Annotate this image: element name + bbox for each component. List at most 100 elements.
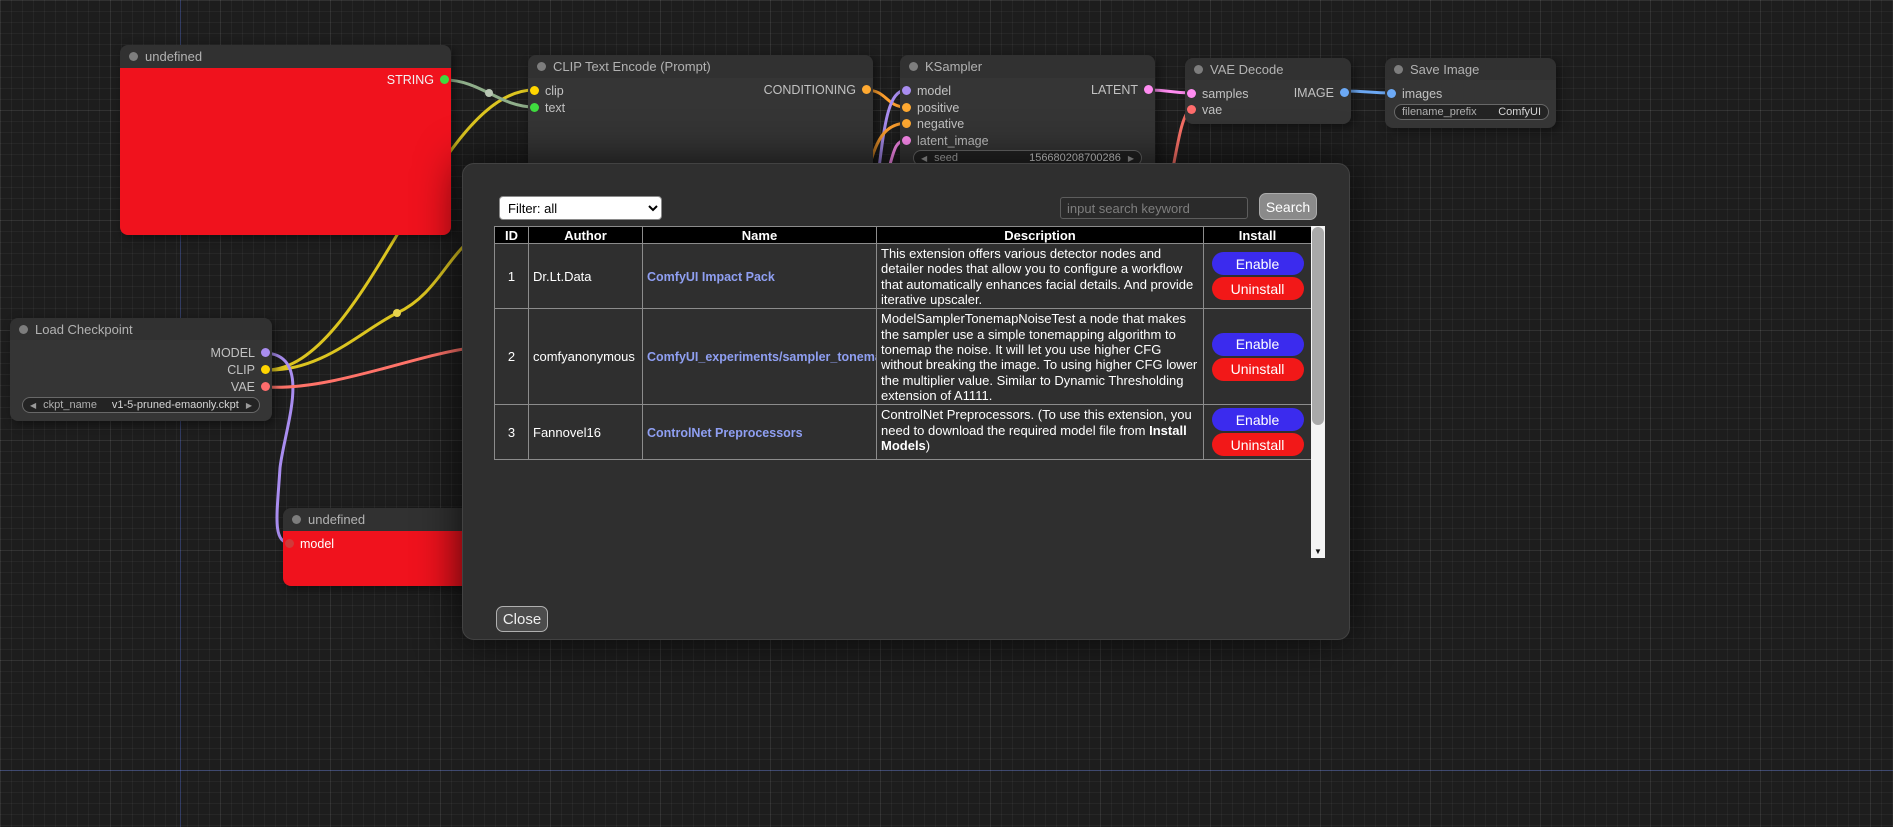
uninstall-button[interactable]: Uninstall: [1212, 358, 1304, 381]
node-save-image: Save Image images filename_prefix ComfyU…: [1385, 58, 1556, 128]
model-input-pin[interactable]: [902, 86, 911, 95]
images-input-pin[interactable]: [1387, 89, 1396, 98]
node-body: images filename_prefix ComfyUI: [1385, 80, 1556, 128]
ckpt-name-widget[interactable]: ◀ ckpt_name v1-5-pruned-emaonly.ckpt ▶: [22, 397, 260, 413]
decrement-arrow-icon[interactable]: ◀: [921, 154, 927, 163]
model-input-pin[interactable]: [285, 539, 294, 548]
input-label: model: [300, 537, 334, 551]
node-title: undefined: [145, 49, 202, 64]
node-collapse-dot-icon[interactable]: [19, 325, 28, 334]
node-vae-decode: VAE Decode samples vae IMAGE: [1185, 58, 1351, 124]
node-title-bar[interactable]: CLIP Text Encode (Prompt): [528, 55, 873, 78]
widget-name: filename_prefix: [1402, 106, 1477, 118]
node-load-checkpoint: Load Checkpoint MODEL CLIP VAE ◀ ckpt_na…: [10, 318, 272, 421]
widget-value: v1-5-pruned-emaonly.ckpt: [112, 399, 239, 411]
node-title: KSampler: [925, 59, 982, 74]
samples-input-pin[interactable]: [1187, 89, 1196, 98]
node-collapse-dot-icon[interactable]: [292, 515, 301, 524]
header-install: Install: [1204, 227, 1312, 244]
filename-prefix-widget[interactable]: filename_prefix ComfyUI: [1394, 104, 1549, 120]
input-label: latent_image: [917, 134, 989, 148]
scrollbar-thumb[interactable]: [1312, 227, 1324, 425]
extension-author: comfyanonymous: [529, 309, 643, 405]
output-label: IMAGE: [1294, 86, 1334, 100]
extension-name-link[interactable]: ComfyUI Impact Pack: [647, 270, 775, 284]
extension-id: 1: [495, 244, 529, 309]
scroll-down-arrow-icon[interactable]: ▼: [1311, 544, 1325, 558]
uninstall-button[interactable]: Uninstall: [1212, 277, 1304, 300]
input-label: clip: [545, 84, 564, 98]
table-scrollbar[interactable]: ▼: [1311, 226, 1325, 558]
extension-name-link[interactable]: ComfyUI_experiments/sampler_tonemap: [647, 350, 877, 364]
node-collapse-dot-icon[interactable]: [129, 52, 138, 61]
string-output-pin[interactable]: [440, 75, 449, 84]
node-title-bar[interactable]: KSampler: [900, 55, 1155, 78]
uninstall-button[interactable]: Uninstall: [1212, 433, 1304, 456]
extension-description: ControlNet Preprocessors. (To use this e…: [877, 405, 1204, 460]
manager-dialog: Filter: all Search ID Author Name Descri…: [462, 163, 1350, 640]
node-collapse-dot-icon[interactable]: [1394, 65, 1403, 74]
vae-output-pin[interactable]: [261, 382, 270, 391]
search-input[interactable]: [1060, 197, 1248, 219]
increment-arrow-icon[interactable]: ▶: [246, 401, 252, 410]
node-title-bar[interactable]: VAE Decode: [1185, 58, 1351, 80]
widget-name: ckpt_name: [43, 399, 97, 411]
negative-input-pin[interactable]: [902, 119, 911, 128]
extension-id: 2: [495, 309, 529, 405]
node-body: STRING: [120, 68, 451, 235]
extension-description: This extension offers various detector n…: [877, 244, 1204, 309]
node-title: Save Image: [1410, 62, 1479, 77]
enable-button[interactable]: Enable: [1212, 333, 1304, 356]
extension-author: Dr.Lt.Data: [529, 244, 643, 309]
node-collapse-dot-icon[interactable]: [909, 62, 918, 71]
enable-button[interactable]: Enable: [1212, 252, 1304, 275]
node-title: VAE Decode: [1210, 62, 1283, 77]
table-header-row: ID Author Name Description Install: [495, 227, 1312, 244]
extension-table-container: ID Author Name Description Install 1 Dr.…: [494, 226, 1311, 460]
header-description: Description: [877, 227, 1204, 244]
extension-id: 3: [495, 405, 529, 460]
output-label: LATENT: [1091, 83, 1138, 97]
node-collapse-dot-icon[interactable]: [537, 62, 546, 71]
latent-output-pin[interactable]: [1144, 85, 1153, 94]
model-output-pin[interactable]: [261, 348, 270, 357]
node-body: samples vae IMAGE: [1185, 80, 1351, 124]
input-label: negative: [917, 117, 964, 131]
node-body: model positive negative latent_image LAT…: [900, 78, 1155, 173]
extension-description: ModelSamplerTonemapNoiseTest a node that…: [877, 309, 1204, 405]
header-name: Name: [643, 227, 877, 244]
node-title-bar[interactable]: Load Checkpoint: [10, 318, 272, 340]
extension-author: Fannovel16: [529, 405, 643, 460]
decrement-arrow-icon[interactable]: ◀: [30, 401, 36, 410]
widget-value: ComfyUI: [1498, 106, 1541, 118]
input-label: samples: [1202, 87, 1249, 101]
input-label: model: [917, 84, 951, 98]
input-label: positive: [917, 101, 959, 115]
node-title-bar[interactable]: Save Image: [1385, 58, 1556, 80]
node-ksampler: KSampler model positive negative latent_…: [900, 55, 1155, 173]
extension-row: 1 Dr.Lt.Data ComfyUI Impact Pack This ex…: [495, 244, 1312, 309]
extension-table: ID Author Name Description Install 1 Dr.…: [494, 226, 1312, 460]
output-label: MODEL: [211, 346, 255, 360]
image-output-pin[interactable]: [1340, 88, 1349, 97]
input-label: images: [1402, 87, 1442, 101]
node-collapse-dot-icon[interactable]: [1194, 65, 1203, 74]
increment-arrow-icon[interactable]: ▶: [1128, 154, 1134, 163]
clip-input-pin[interactable]: [530, 86, 539, 95]
node-title-bar[interactable]: undefined: [120, 45, 451, 68]
node-body: MODEL CLIP VAE ◀ ckpt_name v1-5-pruned-e…: [10, 340, 272, 421]
search-button[interactable]: Search: [1259, 193, 1317, 220]
latent-image-input-pin[interactable]: [902, 136, 911, 145]
node-title: CLIP Text Encode (Prompt): [553, 59, 711, 74]
positive-input-pin[interactable]: [902, 103, 911, 112]
extension-name-link[interactable]: ControlNet Preprocessors: [647, 426, 803, 440]
filter-select[interactable]: Filter: all: [499, 196, 662, 220]
enable-button[interactable]: Enable: [1212, 408, 1304, 431]
clip-output-pin[interactable]: [261, 365, 270, 374]
node-title: Load Checkpoint: [35, 322, 133, 337]
vae-input-pin[interactable]: [1187, 105, 1196, 114]
conditioning-output-pin[interactable]: [862, 85, 871, 94]
text-input-pin[interactable]: [530, 103, 539, 112]
input-label: text: [545, 101, 565, 115]
close-button[interactable]: Close: [496, 606, 548, 632]
